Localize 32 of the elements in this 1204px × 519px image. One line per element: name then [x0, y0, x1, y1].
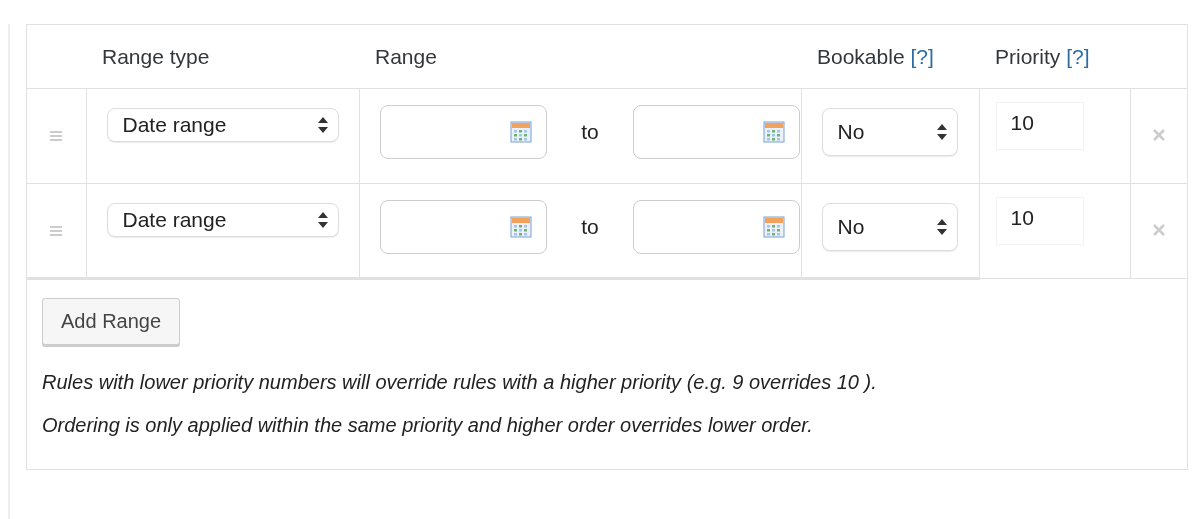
priority-field[interactable]: 10: [995, 102, 1084, 150]
drag-handle-icon[interactable]: [50, 225, 63, 236]
add-range-button[interactable]: Add Range: [42, 298, 181, 345]
bookable-select[interactable]: No: [821, 203, 958, 251]
sort-arrows-icon: [936, 219, 947, 235]
close-icon[interactable]: [1152, 224, 1165, 236]
help-text: Rules with lower priority numbers will override rules with a higher priority (e.g. 9 overrides 10 ). Ordering is only applied within the same priority and higher order overrides lower order.: [42, 370, 878, 438]
sort-arrows-icon: [936, 124, 947, 140]
priority-field[interactable]: 10: [995, 197, 1084, 245]
help-link[interactable]: [?]: [1066, 44, 1090, 68]
column-header: Range type: [102, 44, 210, 68]
date-field[interactable]: [632, 200, 801, 254]
to-label: to: [580, 120, 600, 144]
calendar-icon[interactable]: [510, 216, 533, 238]
help-link[interactable]: [?]: [910, 44, 934, 68]
date-field[interactable]: [379, 200, 548, 254]
range-type-select[interactable]: Date range: [106, 108, 339, 142]
column-header: Priority [?]: [995, 44, 1090, 68]
column-header: Bookable [?]: [817, 44, 934, 68]
date-field[interactable]: [379, 105, 548, 159]
calendar-icon[interactable]: [763, 216, 786, 238]
drag-handle-icon[interactable]: [50, 131, 63, 141]
calendar-icon[interactable]: [763, 121, 786, 143]
to-label: to: [580, 215, 600, 239]
range-type-select[interactable]: Date range: [106, 203, 339, 237]
column-header: Range: [375, 44, 437, 68]
sort-arrows-icon: [317, 117, 328, 133]
sort-arrows-icon: [317, 212, 328, 228]
date-field[interactable]: [632, 105, 801, 159]
calendar-icon[interactable]: [510, 121, 533, 143]
bookable-select[interactable]: No: [821, 108, 958, 156]
close-icon[interactable]: [1152, 129, 1165, 141]
